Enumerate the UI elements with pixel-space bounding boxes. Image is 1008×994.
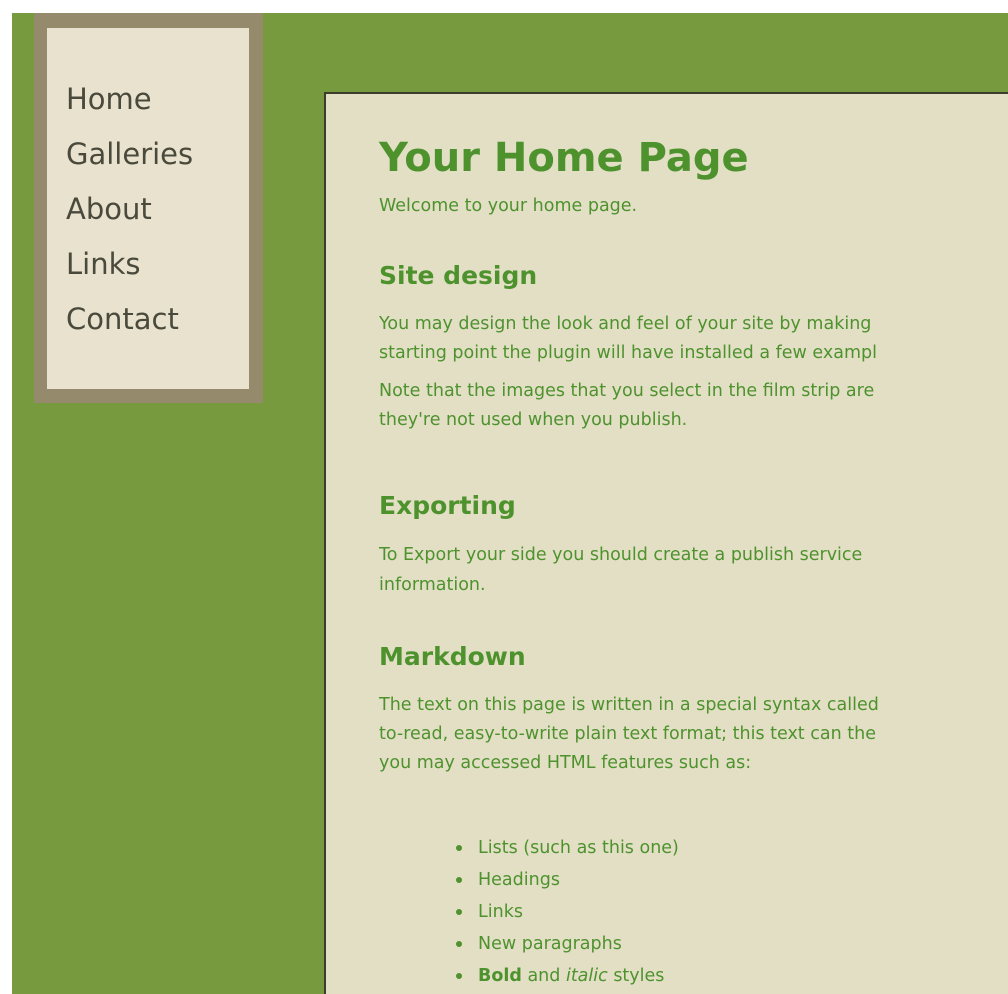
bold-text: Bold xyxy=(478,966,522,986)
list-item-text: Links xyxy=(478,902,523,922)
list-item: Links xyxy=(456,896,679,928)
page-background: Home Galleries About Links Contact Your … xyxy=(12,13,1008,994)
bullet-icon xyxy=(456,941,462,947)
markdown-line1: The text on this page is written in a sp… xyxy=(379,695,879,715)
list-item-text: and xyxy=(521,966,566,986)
list-item: Lists (such as this one) xyxy=(456,832,679,864)
nav-item-home[interactable]: Home xyxy=(66,77,193,132)
bullet-icon xyxy=(456,973,462,979)
section-heading-site-design: Site design xyxy=(379,261,538,290)
bullet-icon xyxy=(456,845,462,851)
nav-item-links[interactable]: Links xyxy=(66,242,193,297)
feature-list: Lists (such as this one) Headings Links … xyxy=(456,832,679,992)
italic-text: italic xyxy=(565,966,608,986)
site-design-para2-line2: they're not used when you publish. xyxy=(379,410,688,430)
markdown-line2: to-read, easy-to-write plain text format… xyxy=(379,724,876,744)
content-panel: Your Home Page Welcome to your home page… xyxy=(324,92,1008,994)
site-design-para1-line2: starting point the plugin will have inst… xyxy=(379,343,877,363)
page-title: Your Home Page xyxy=(379,135,749,181)
bullet-icon xyxy=(456,909,462,915)
section-heading-markdown: Markdown xyxy=(379,642,526,671)
exporting-line2: information. xyxy=(379,575,486,595)
nav-item-about[interactable]: About xyxy=(66,187,193,242)
nav-menu: Home Galleries About Links Contact xyxy=(66,77,193,352)
section-heading-exporting: Exporting xyxy=(379,491,516,520)
list-item: Headings xyxy=(456,864,679,896)
list-item-text: New paragraphs xyxy=(478,934,622,954)
list-item: New paragraphs xyxy=(456,928,679,960)
list-item-text: Lists (such as this one) xyxy=(478,838,679,858)
nav-frame: Home Galleries About Links Contact xyxy=(34,13,263,403)
list-item-text: Headings xyxy=(478,870,560,890)
list-item-text: styles xyxy=(607,966,665,986)
nav-item-contact[interactable]: Contact xyxy=(66,297,193,352)
markdown-line3: you may accessed HTML features such as: xyxy=(379,753,752,773)
list-item: Bold and italic styles xyxy=(456,960,679,992)
site-design-para2-line1: Note that the images that you select in … xyxy=(379,381,875,401)
site-design-para1-line1: You may design the look and feel of your… xyxy=(379,314,872,334)
welcome-text: Welcome to your home page. xyxy=(379,196,638,216)
exporting-line1: To Export your side you should create a … xyxy=(379,545,863,565)
bullet-icon xyxy=(456,877,462,883)
nav-item-galleries[interactable]: Galleries xyxy=(66,132,193,187)
